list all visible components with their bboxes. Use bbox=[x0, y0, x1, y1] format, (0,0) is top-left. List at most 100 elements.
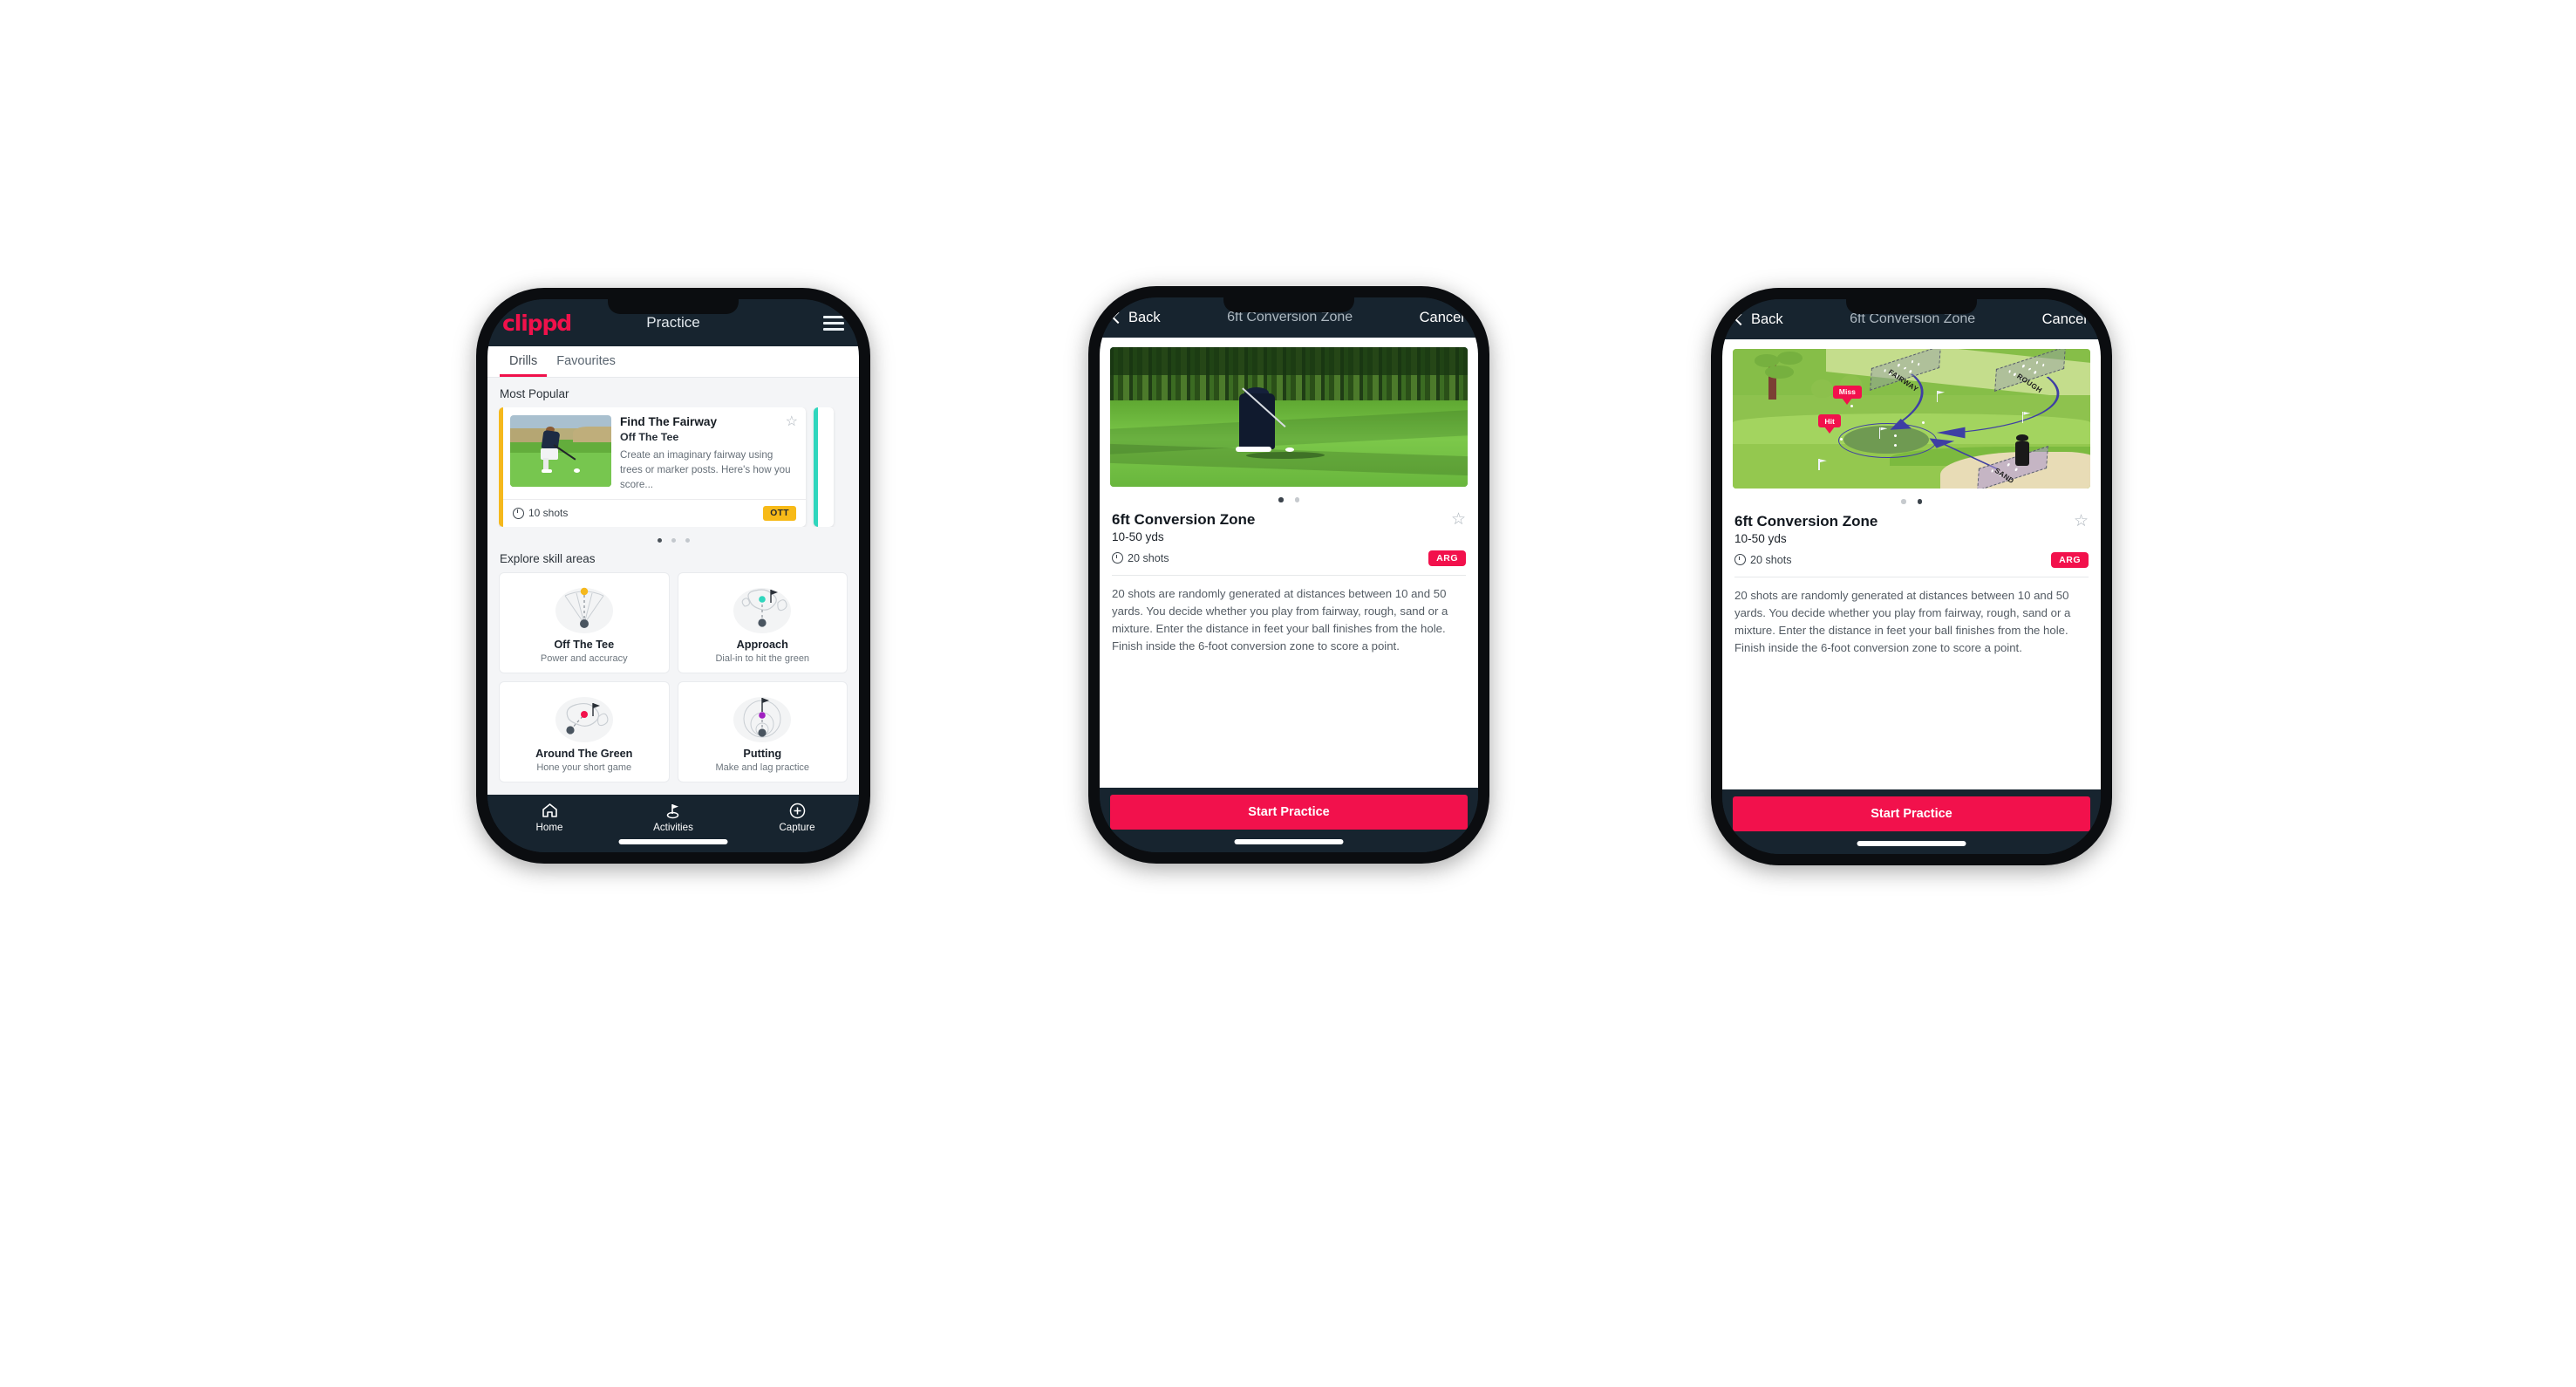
skill-desc: Hone your short game bbox=[536, 762, 632, 773]
most-popular-heading: Most Popular bbox=[500, 387, 569, 400]
nav-label: Home bbox=[535, 822, 563, 833]
phone-2-drill-detail-photo: Back 6ft Conversion Zone Cancel 6ft Conv… bbox=[1088, 286, 1489, 864]
drill-description: Create an imaginary fairway using trees … bbox=[620, 449, 791, 490]
nav-item-activities[interactable]: Activities bbox=[611, 802, 735, 833]
drill-shots-label: 10 shots bbox=[528, 507, 569, 520]
nav-label: Activities bbox=[653, 822, 693, 833]
drill-description: 20 shots are randomly generated at dista… bbox=[1734, 588, 2071, 654]
chevron-left-icon bbox=[1111, 311, 1125, 325]
cancel-button[interactable]: Cancel bbox=[2042, 311, 2087, 328]
phone-3-drill-detail-diagram: Back 6ft Conversion Zone Cancel FAIRWAY … bbox=[1711, 288, 2112, 865]
pin-flag-icon bbox=[1818, 459, 1827, 471]
drill-detail-info: 6ft Conversion Zone ☆ 10-50 yds 20 shots… bbox=[1722, 504, 2101, 568]
hamburger-menu-icon[interactable] bbox=[823, 315, 844, 331]
carousel-dots[interactable] bbox=[499, 537, 848, 543]
drill-card-next-peek[interactable] bbox=[814, 407, 834, 527]
callout-miss: Miss bbox=[1832, 385, 1862, 399]
callout-hit: Hit bbox=[1818, 414, 1841, 428]
drill-detail-title: 6ft Conversion Zone bbox=[1112, 510, 1256, 528]
skill-name: Off The Tee bbox=[554, 638, 615, 651]
drill-media-photo[interactable] bbox=[1110, 347, 1468, 487]
carousel-dot-1[interactable] bbox=[657, 537, 662, 543]
pin-flag-icon bbox=[1879, 427, 1888, 439]
home-icon bbox=[487, 802, 611, 819]
drill-card[interactable]: Find The Fairway ☆ Off The Tee Create an… bbox=[499, 407, 806, 527]
star-outline-icon[interactable]: ☆ bbox=[786, 415, 798, 429]
drill-detail-body: FAIRWAY ROUGH SAND Miss Hit 6ft Conversi… bbox=[1722, 339, 2101, 789]
carousel-dot-3[interactable] bbox=[685, 537, 690, 543]
approach-green-icon bbox=[684, 583, 842, 635]
home-indicator bbox=[1234, 839, 1344, 844]
explore-skill-areas-heading: Explore skill areas bbox=[500, 551, 596, 565]
skill-card-putting[interactable]: Putting Make and lag practice bbox=[677, 680, 848, 782]
home-indicator bbox=[1857, 841, 1966, 846]
around-green-icon bbox=[505, 692, 664, 744]
nav-item-home[interactable]: Home bbox=[487, 802, 611, 833]
clock-icon bbox=[1734, 554, 1746, 565]
skill-name: Around The Green bbox=[535, 747, 633, 760]
drill-detail-body: 6ft Conversion Zone ☆ 10-50 yds 20 shots… bbox=[1100, 338, 1478, 788]
skill-name: Approach bbox=[736, 638, 788, 651]
back-label: Back bbox=[1751, 311, 1783, 327]
drill-description: 20 shots are randomly generated at dista… bbox=[1112, 586, 1448, 653]
golf-ball bbox=[1893, 443, 1897, 447]
tab-bar: Drills Favourites bbox=[487, 346, 859, 378]
drill-shots-label: 20 shots bbox=[1750, 553, 1792, 566]
phone-notch bbox=[1223, 297, 1354, 312]
drill-media-course-diagram[interactable]: FAIRWAY ROUGH SAND Miss Hit bbox=[1733, 349, 2090, 489]
back-button[interactable]: Back bbox=[1111, 309, 1161, 326]
drill-shots: 20 shots bbox=[1112, 552, 1169, 564]
skill-card-around-the-green[interactable]: Around The Green Hone your short game bbox=[499, 680, 670, 782]
skill-desc: Dial-in to hit the green bbox=[715, 653, 810, 664]
drill-distance: 10-50 yds bbox=[1112, 530, 1164, 543]
back-button[interactable]: Back bbox=[1734, 311, 1783, 328]
plus-circle-icon bbox=[735, 802, 859, 819]
drill-shots: 10 shots bbox=[513, 507, 568, 519]
carousel-dot-2[interactable] bbox=[671, 537, 676, 543]
drill-shots-label: 20 shots bbox=[1128, 551, 1169, 564]
tab-favourites[interactable]: Favourites bbox=[547, 346, 625, 377]
drill-subtitle: Off The Tee bbox=[620, 431, 679, 444]
skill-area-grid: Off The Tee Power and accuracy Approach … bbox=[499, 571, 848, 782]
practice-content: Most Popular Find The Fairway ☆ Off The … bbox=[487, 378, 859, 795]
phone-1-practice-list: clippd Practice Drills Favourites Most P… bbox=[476, 288, 870, 864]
skill-desc: Make and lag practice bbox=[715, 762, 810, 773]
drill-shots: 20 shots bbox=[1734, 554, 1792, 566]
nav-label: Capture bbox=[779, 822, 815, 833]
nav-item-capture[interactable]: Capture bbox=[735, 802, 859, 833]
star-outline-icon[interactable]: ☆ bbox=[1451, 511, 1466, 528]
pin-flag-icon bbox=[1936, 391, 1946, 402]
pin-flag-icon bbox=[2022, 412, 2031, 423]
tab-drills[interactable]: Drills bbox=[500, 346, 548, 377]
skill-badge: OTT bbox=[763, 505, 796, 521]
golf-ball bbox=[1893, 434, 1897, 437]
tee-shot-fan-icon bbox=[505, 583, 664, 635]
skill-card-approach[interactable]: Approach Dial-in to hit the green bbox=[677, 571, 848, 673]
putting-rings-icon bbox=[684, 692, 842, 744]
phone-notch bbox=[608, 299, 739, 314]
clock-icon bbox=[513, 507, 524, 519]
chevron-left-icon bbox=[1734, 312, 1748, 326]
drill-detail-title: 6ft Conversion Zone bbox=[1734, 512, 1878, 530]
star-outline-icon[interactable]: ☆ bbox=[2074, 513, 2089, 530]
skill-card-off-the-tee[interactable]: Off The Tee Power and accuracy bbox=[499, 571, 670, 673]
clippd-logo: clippd bbox=[502, 310, 572, 336]
drill-carousel[interactable]: Find The Fairway ☆ Off The Tee Create an… bbox=[499, 407, 848, 527]
skill-badge: ARG bbox=[1428, 550, 1466, 566]
cancel-button[interactable]: Cancel bbox=[1420, 310, 1464, 326]
start-practice-button[interactable]: Start Practice bbox=[1733, 796, 2090, 831]
phone-notch bbox=[1846, 299, 1977, 314]
drill-distance: 10-50 yds bbox=[1734, 531, 1787, 545]
clock-icon bbox=[1112, 552, 1123, 564]
home-indicator bbox=[618, 839, 728, 844]
skill-desc: Power and accuracy bbox=[540, 653, 628, 664]
back-label: Back bbox=[1128, 309, 1161, 325]
skill-name: Putting bbox=[743, 747, 782, 760]
golf-flag-icon bbox=[611, 802, 735, 819]
drill-title: Find The Fairway bbox=[620, 415, 718, 428]
drill-detail-info: 6ft Conversion Zone ☆ 10-50 yds 20 shots… bbox=[1100, 502, 1478, 566]
golfer-figure bbox=[2014, 434, 2030, 467]
start-practice-button[interactable]: Start Practice bbox=[1110, 795, 1468, 830]
drill-thumbnail bbox=[510, 415, 611, 487]
skill-badge: ARG bbox=[2051, 551, 2089, 568]
